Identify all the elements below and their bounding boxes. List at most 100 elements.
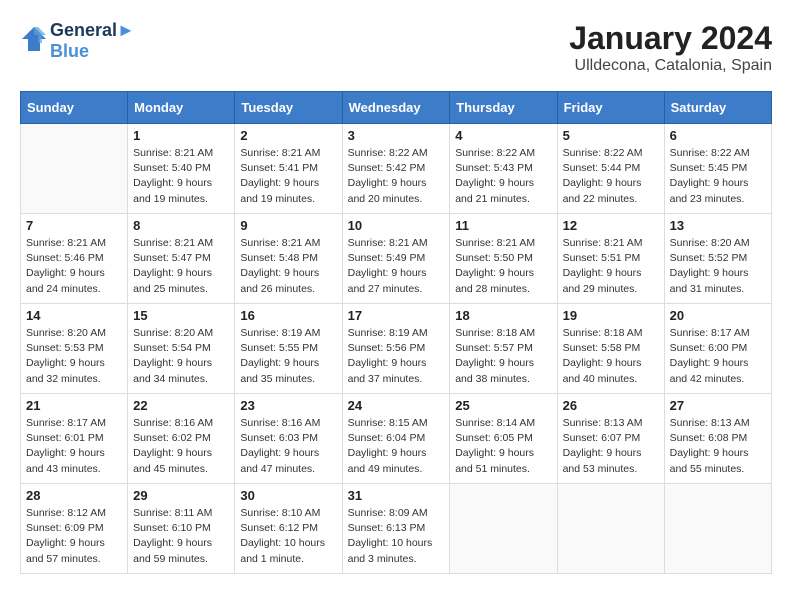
day-info: Sunrise: 8:09 AMSunset: 6:13 PMDaylight:… [348, 506, 445, 567]
calendar-cell: 2 Sunrise: 8:21 AMSunset: 5:41 PMDaylight… [235, 124, 342, 214]
day-info: Sunrise: 8:22 AMSunset: 5:45 PMDaylight:… [670, 146, 766, 207]
logo-icon [20, 25, 48, 53]
day-info: Sunrise: 8:22 AMSunset: 5:42 PMDaylight:… [348, 146, 445, 207]
day-info: Sunrise: 8:10 AMSunset: 6:12 PMDaylight:… [240, 506, 336, 567]
calendar-cell: 8 Sunrise: 8:21 AMSunset: 5:47 PMDaylight… [128, 214, 235, 304]
day-info: Sunrise: 8:18 AMSunset: 5:57 PMDaylight:… [455, 326, 551, 387]
day-info: Sunrise: 8:15 AMSunset: 6:04 PMDaylight:… [348, 416, 445, 477]
day-info: Sunrise: 8:11 AMSunset: 6:10 PMDaylight:… [133, 506, 229, 567]
calendar-cell: 14 Sunrise: 8:20 AMSunset: 5:53 PMDayligh… [21, 304, 128, 394]
day-info: Sunrise: 8:21 AMSunset: 5:50 PMDaylight:… [455, 236, 551, 297]
day-number: 7 [26, 218, 122, 233]
calendar-cell: 23 Sunrise: 8:16 AMSunset: 6:03 PMDayligh… [235, 394, 342, 484]
calendar-week-3: 14 Sunrise: 8:20 AMSunset: 5:53 PMDayligh… [21, 304, 772, 394]
calendar-cell: 15 Sunrise: 8:20 AMSunset: 5:54 PMDayligh… [128, 304, 235, 394]
day-number: 28 [26, 488, 122, 503]
calendar-cell: 22Sunrise: 8:16 AMSunset: 6:02 PMDayligh… [128, 394, 235, 484]
calendar-cell: 9Sunrise: 8:21 AMSunset: 5:48 PMDaylight… [235, 214, 342, 304]
day-info: Sunrise: 8:21 AMSunset: 5:47 PMDaylight:… [133, 236, 229, 297]
calendar-cell: 10Sunrise: 8:21 AMSunset: 5:49 PMDayligh… [342, 214, 450, 304]
day-info: Sunrise: 8:16 AMSunset: 6:03 PMDaylight:… [240, 416, 336, 477]
day-number: 15 [133, 308, 229, 323]
day-number: 11 [455, 218, 551, 233]
calendar-cell: 24 Sunrise: 8:15 AMSunset: 6:04 PMDayligh… [342, 394, 450, 484]
calendar-header-row: SundayMondayTuesdayWednesdayThursdayFrid… [21, 92, 772, 124]
weekday-header-wednesday: Wednesday [342, 92, 450, 124]
calendar-week-1: 1 Sunrise: 8:21 AMSunset: 5:40 PMDaylight… [21, 124, 772, 214]
calendar-cell: 29 Sunrise: 8:11 AMSunset: 6:10 PMDayligh… [128, 484, 235, 574]
day-number: 18 [455, 308, 551, 323]
calendar-cell: 4Sunrise: 8:22 AMSunset: 5:43 PMDaylight… [450, 124, 557, 214]
day-info: Sunrise: 8:20 AMSunset: 5:54 PMDaylight:… [133, 326, 229, 387]
weekday-header-thursday: Thursday [450, 92, 557, 124]
day-info: Sunrise: 8:17 AMSunset: 6:01 PMDaylight:… [26, 416, 122, 477]
day-number: 2 [240, 128, 336, 143]
weekday-header-monday: Monday [128, 92, 235, 124]
day-number: 31 [348, 488, 445, 503]
day-number: 16 [240, 308, 336, 323]
calendar-cell [450, 484, 557, 574]
calendar-cell: 7 Sunrise: 8:21 AMSunset: 5:46 PMDaylight… [21, 214, 128, 304]
calendar-week-5: 28 Sunrise: 8:12 AMSunset: 6:09 PMDayligh… [21, 484, 772, 574]
day-number: 23 [240, 398, 336, 413]
calendar-cell: 18 Sunrise: 8:18 AMSunset: 5:57 PMDayligh… [450, 304, 557, 394]
calendar-week-2: 7 Sunrise: 8:21 AMSunset: 5:46 PMDaylight… [21, 214, 772, 304]
calendar-cell: 12Sunrise: 8:21 AMSunset: 5:51 PMDayligh… [557, 214, 664, 304]
day-number: 3 [348, 128, 445, 143]
weekday-header-friday: Friday [557, 92, 664, 124]
day-number: 4 [455, 128, 551, 143]
day-number: 20 [670, 308, 766, 323]
day-info: Sunrise: 8:17 AMSunset: 6:00 PMDaylight:… [670, 326, 766, 387]
day-number: 22 [133, 398, 229, 413]
calendar-cell: 27 Sunrise: 8:13 AMSunset: 6:08 PMDayligh… [664, 394, 771, 484]
day-info: Sunrise: 8:12 AMSunset: 6:09 PMDaylight:… [26, 506, 122, 567]
day-number: 29 [133, 488, 229, 503]
day-number: 25 [455, 398, 551, 413]
calendar-cell: 6 Sunrise: 8:22 AMSunset: 5:45 PMDaylight… [664, 124, 771, 214]
day-info: Sunrise: 8:21 AMSunset: 5:48 PMDaylight:… [240, 236, 336, 297]
calendar-cell: 16 Sunrise: 8:19 AMSunset: 5:55 PMDayligh… [235, 304, 342, 394]
day-info: Sunrise: 8:19 AMSunset: 5:56 PMDaylight:… [348, 326, 445, 387]
day-number: 8 [133, 218, 229, 233]
day-info: Sunrise: 8:22 AMSunset: 5:44 PMDaylight:… [563, 146, 659, 207]
logo: General► Blue [20, 20, 135, 62]
calendar-cell: 30 Sunrise: 8:10 AMSunset: 6:12 PMDayligh… [235, 484, 342, 574]
day-info: Sunrise: 8:13 AMSunset: 6:07 PMDaylight:… [563, 416, 659, 477]
calendar-cell: 28 Sunrise: 8:12 AMSunset: 6:09 PMDayligh… [21, 484, 128, 574]
day-info: Sunrise: 8:20 AMSunset: 5:52 PMDaylight:… [670, 236, 766, 297]
day-number: 24 [348, 398, 445, 413]
calendar-cell: 26 Sunrise: 8:13 AMSunset: 6:07 PMDayligh… [557, 394, 664, 484]
day-number: 30 [240, 488, 336, 503]
day-info: Sunrise: 8:14 AMSunset: 6:05 PMDaylight:… [455, 416, 551, 477]
calendar-cell: 20 Sunrise: 8:17 AMSunset: 6:00 PMDayligh… [664, 304, 771, 394]
day-number: 13 [670, 218, 766, 233]
title-section: January 2024 Ulldecona, Catalonia, Spain [569, 20, 772, 75]
day-number: 14 [26, 308, 122, 323]
day-info: Sunrise: 8:20 AMSunset: 5:53 PMDaylight:… [26, 326, 122, 387]
calendar-cell: 11 Sunrise: 8:21 AMSunset: 5:50 PMDayligh… [450, 214, 557, 304]
calendar-cell: 3 Sunrise: 8:22 AMSunset: 5:42 PMDaylight… [342, 124, 450, 214]
location: Ulldecona, Catalonia, Spain [569, 57, 772, 75]
day-number: 1 [133, 128, 229, 143]
weekday-header-tuesday: Tuesday [235, 92, 342, 124]
day-info: Sunrise: 8:21 AMSunset: 5:40 PMDaylight:… [133, 146, 229, 207]
day-number: 27 [670, 398, 766, 413]
day-number: 6 [670, 128, 766, 143]
calendar-cell: 19 Sunrise: 8:18 AMSunset: 5:58 PMDayligh… [557, 304, 664, 394]
day-info: Sunrise: 8:21 AMSunset: 5:41 PMDaylight:… [240, 146, 336, 207]
logo-text: General► Blue [50, 20, 135, 62]
day-info: Sunrise: 8:21 AMSunset: 5:46 PMDaylight:… [26, 236, 122, 297]
day-info: Sunrise: 8:19 AMSunset: 5:55 PMDaylight:… [240, 326, 336, 387]
day-info: Sunrise: 8:13 AMSunset: 6:08 PMDaylight:… [670, 416, 766, 477]
calendar-cell: 25 Sunrise: 8:14 AMSunset: 6:05 PMDayligh… [450, 394, 557, 484]
calendar-week-4: 21 Sunrise: 8:17 AMSunset: 6:01 PMDayligh… [21, 394, 772, 484]
day-info: Sunrise: 8:18 AMSunset: 5:58 PMDaylight:… [563, 326, 659, 387]
day-number: 26 [563, 398, 659, 413]
calendar-cell [557, 484, 664, 574]
month-title: January 2024 [569, 20, 772, 57]
day-number: 21 [26, 398, 122, 413]
calendar-cell: 5Sunrise: 8:22 AMSunset: 5:44 PMDaylight… [557, 124, 664, 214]
day-number: 19 [563, 308, 659, 323]
day-info: Sunrise: 8:21 AMSunset: 5:51 PMDaylight:… [563, 236, 659, 297]
calendar-cell [664, 484, 771, 574]
